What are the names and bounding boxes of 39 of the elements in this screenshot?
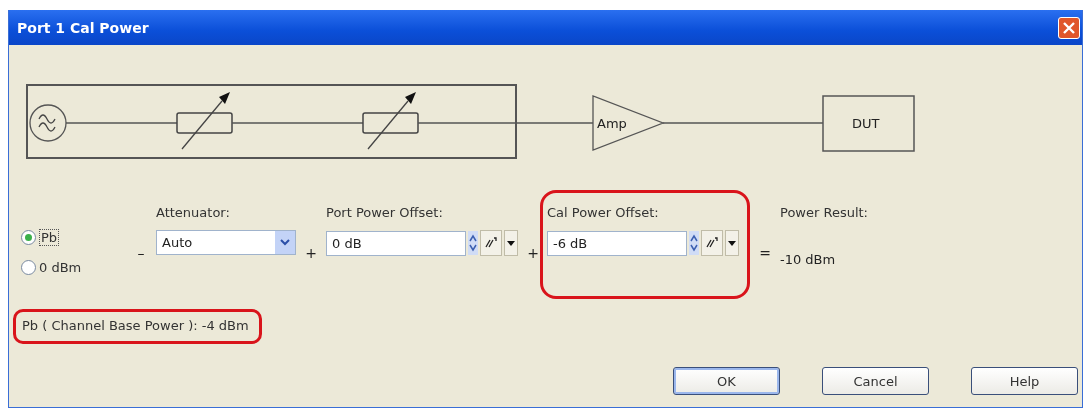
dialog-button[interactable]: Help — [971, 367, 1078, 395]
spin-button[interactable] — [689, 231, 699, 255]
window-title: Port 1 Cal Power — [17, 19, 149, 36]
caret-icon — [507, 240, 515, 246]
step-icon — [705, 236, 719, 250]
chevron-icon — [280, 239, 290, 246]
field-label: Attenuator: — [156, 205, 231, 220]
field-label: Cal Power Offset: — [547, 205, 660, 220]
result-label: Power Result: — [780, 205, 868, 220]
attenuator-dropdown[interactable]: Auto — [156, 230, 296, 255]
step-button[interactable] — [701, 230, 723, 256]
base-power-note: Pb ( Channel Base Power ): -4 dBm — [13, 309, 262, 344]
operator-sign: = — [758, 245, 772, 261]
step-button[interactable] — [480, 230, 502, 256]
operator-sign: + — [304, 245, 318, 261]
amp-label: Amp — [597, 116, 627, 131]
dut-label: DUT — [852, 116, 880, 131]
dialog-button[interactable]: OK — [673, 367, 780, 395]
up-down-icon — [469, 234, 477, 252]
spin-button[interactable] — [468, 231, 478, 255]
dropdown-button[interactable] — [725, 230, 739, 256]
close-button[interactable] — [1058, 16, 1080, 39]
field-label: Port Power Offset: — [326, 205, 444, 220]
step-icon — [484, 236, 498, 250]
up-down-icon — [690, 234, 698, 252]
result-value: -10 dBm — [780, 252, 837, 267]
source-icon — [29, 104, 67, 142]
operator-sign: + — [526, 245, 540, 261]
radio-option[interactable]: Pb — [21, 229, 126, 246]
radio-option[interactable]: 0 dBm — [21, 260, 126, 275]
operator-sign: – — [136, 245, 146, 261]
caret-icon — [728, 240, 736, 246]
offset-field[interactable]: -6 dB — [547, 230, 687, 256]
dropdown-button[interactable] — [504, 230, 518, 256]
offset-field[interactable]: 0 dB — [326, 230, 466, 256]
variable-attenuator-icon — [176, 92, 233, 150]
variable-attenuator-icon — [362, 92, 419, 150]
dialog-button[interactable]: Cancel — [822, 367, 929, 395]
close-icon — [1063, 21, 1075, 34]
